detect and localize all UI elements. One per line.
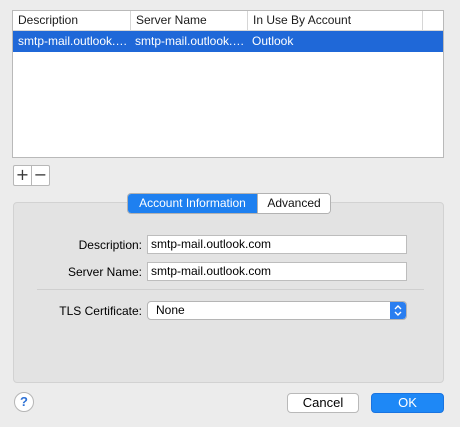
table-row-selected[interactable]: smtp-mail.outlook.… smtp-mail.outlook.… … bbox=[13, 31, 443, 52]
tab-advanced[interactable]: Advanced bbox=[257, 194, 330, 213]
help-button[interactable]: ? bbox=[14, 392, 34, 412]
column-header-in-use-by-account[interactable]: In Use By Account bbox=[247, 11, 422, 30]
tls-certificate-popup[interactable]: None bbox=[147, 301, 407, 320]
updown-chevron-icon bbox=[390, 302, 406, 319]
description-label: Description: bbox=[78, 238, 142, 252]
cell-description: smtp-mail.outlook.… bbox=[18, 34, 128, 48]
server-settings-panel bbox=[13, 202, 444, 383]
smtp-server-table[interactable]: Description Server Name In Use By Accoun… bbox=[12, 10, 444, 158]
description-field[interactable]: smtp-mail.outlook.com bbox=[147, 235, 407, 254]
cancel-button[interactable]: Cancel bbox=[287, 393, 359, 413]
cell-in-use-by-account: Outlook bbox=[252, 34, 294, 48]
settings-tabs: Account Information Advanced bbox=[127, 193, 331, 214]
form-divider bbox=[37, 289, 424, 290]
ok-button[interactable]: OK bbox=[371, 393, 444, 413]
server-name-field[interactable]: smtp-mail.outlook.com bbox=[147, 262, 407, 281]
column-header-description[interactable]: Description bbox=[13, 11, 130, 30]
column-header-spacer bbox=[422, 11, 443, 30]
tab-account-information[interactable]: Account Information bbox=[128, 194, 257, 213]
add-remove-controls: + − bbox=[13, 165, 50, 186]
table-header: Description Server Name In Use By Accoun… bbox=[13, 11, 443, 31]
column-header-server-name[interactable]: Server Name bbox=[130, 11, 247, 30]
tls-certificate-value: None bbox=[156, 303, 185, 317]
add-server-button[interactable]: + bbox=[14, 166, 32, 185]
server-name-label: Server Name: bbox=[67, 265, 142, 279]
tls-certificate-label: TLS Certificate: bbox=[59, 304, 142, 318]
cell-server-name: smtp-mail.outlook.… bbox=[135, 34, 245, 48]
remove-server-button[interactable]: − bbox=[32, 166, 49, 185]
